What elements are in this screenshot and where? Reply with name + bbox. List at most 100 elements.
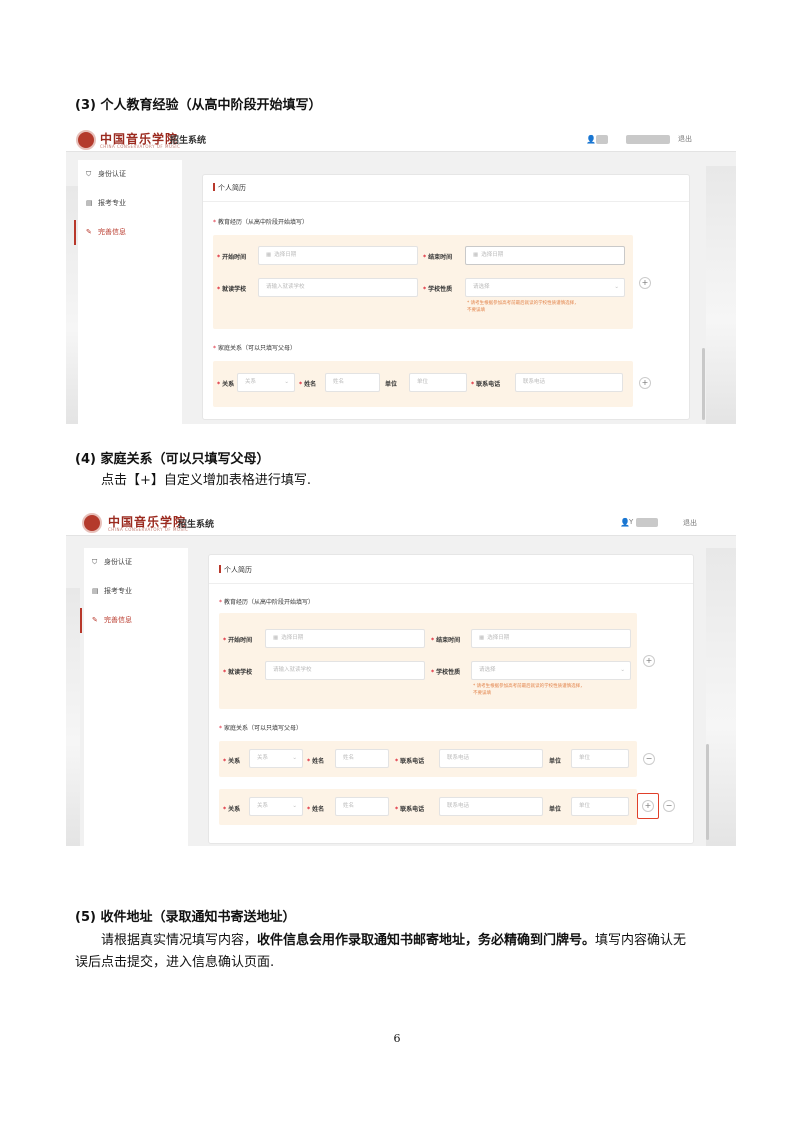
school-input[interactable]: 请输入就读学校 — [265, 661, 425, 680]
relation-label: * 关系 — [223, 806, 241, 813]
card-title: 个人简历 — [213, 183, 246, 193]
phone-input[interactable]: 联系电话 — [439, 797, 543, 816]
sidebar-item-profile[interactable]: ✎ 完善信息 — [80, 606, 188, 635]
name-label: * 姓名 — [307, 758, 325, 765]
name-input[interactable]: 姓名 — [335, 749, 389, 768]
sidebar-item-major[interactable]: ▤ 报考专业 — [84, 577, 188, 606]
phone-label: * 联系电话 — [471, 381, 501, 388]
sidebar-item-profile[interactable]: ✎ 完善信息 — [74, 218, 182, 247]
name-input[interactable]: 姓名 — [325, 373, 380, 392]
logout-link[interactable]: 退出 — [678, 134, 692, 144]
end-date-input[interactable]: ▦ 选择日期 — [471, 629, 631, 648]
school-type-select[interactable]: 请选择 ⌄ — [471, 661, 631, 680]
user-icon: 👤 — [586, 135, 596, 144]
education-section-title: * 教育经历（从高中阶段开始填写） — [219, 599, 315, 606]
chevron-down-icon: ⌄ — [620, 667, 625, 673]
sidebar: ⛉ 身份认证 ▤ 报考专业 ✎ 完善信息 — [80, 548, 188, 846]
scrollbar[interactable] — [702, 348, 705, 420]
start-date-input[interactable]: ▦ 选择日期 — [258, 246, 418, 265]
background-scenery — [706, 548, 736, 846]
school-logo-icon — [76, 130, 96, 150]
unit-input[interactable]: 单位 — [571, 749, 629, 768]
unit-label: 单位 — [549, 806, 562, 813]
school-input[interactable]: 请输入就读学校 — [258, 278, 418, 297]
resume-card: 个人简历 * 教育经历（从高中阶段开始填写） * 开始时间 ▦ 选择日期 * 结束时间 … — [208, 554, 694, 844]
section-3-heading: (3) 个人教育经验（从高中阶段开始填写） — [75, 98, 322, 113]
add-family-button[interactable]: + — [639, 377, 651, 389]
phone-label: * 联系电话 — [395, 806, 425, 813]
education-entry: * 开始时间 ▦ 选择日期 * 结束时间 ▦ 选择日期 * 就读学校 请输入就读学校 * 学… — [219, 613, 637, 709]
shield-icon: ⛉ — [92, 558, 98, 566]
chevron-down-icon: ⌄ — [292, 803, 297, 809]
document-icon: ▤ — [92, 587, 99, 595]
document-icon: ▤ — [86, 199, 93, 207]
start-date-input[interactable]: ▦ 选择日期 — [265, 629, 425, 648]
section-4-text: 点击【+】自定义增加表格进行填写. — [101, 473, 312, 488]
section-5-heading: (5) 收件地址（录取通知书寄送地址） — [75, 910, 296, 925]
relation-label: * 关系 — [217, 381, 235, 388]
username-blurred — [596, 135, 608, 144]
logout-link[interactable]: 退出 — [683, 518, 697, 528]
top-bar: 中国音乐学院 CHINA CONSERVATORY OF MUSIC 招生系统 … — [66, 508, 736, 536]
name-label: * 姓名 — [299, 381, 317, 388]
background-scenery-left — [66, 588, 80, 846]
shield-icon: ⛉ — [86, 170, 92, 178]
start-time-label: * 开始时间 — [217, 254, 247, 261]
school-logo-icon — [82, 513, 102, 533]
unit-label: 单位 — [385, 381, 398, 388]
sidebar-item-identity[interactable]: ⛉ 身份认证 — [78, 160, 182, 189]
edit-icon: ✎ — [92, 616, 98, 624]
family-section-title: * 家庭关系（可以只填写父母） — [219, 725, 303, 732]
username-blurred — [626, 135, 670, 144]
school-label: * 就读学校 — [223, 669, 253, 676]
education-entry: * 开始时间 ▦ 选择日期 * 结束时间 ▦ 选择日期 * 就读学校 请输入就读学校 * 学… — [213, 235, 633, 329]
name-input[interactable]: 姓名 — [335, 797, 389, 816]
add-education-button[interactable]: + — [643, 655, 655, 667]
scrollbar[interactable] — [706, 744, 709, 840]
unit-label: 单位 — [549, 758, 562, 765]
unit-input[interactable]: 单位 — [409, 373, 467, 392]
page-number: 6 — [393, 1032, 401, 1045]
screenshot-education: 中国音乐学院 CHINA CONSERVATORY OF MUSIC 招生系统 … — [66, 126, 736, 424]
card-title: 个人简历 — [219, 565, 252, 575]
family-entry: * 关系 关系 ⌄ * 姓名 姓名 * 联系电话 联系电话 单位 单位 — [219, 789, 637, 825]
school-label: * 就读学校 — [217, 286, 247, 293]
brand-subtitle: CHINA CONSERVATORY OF MUSIC — [108, 527, 189, 532]
phone-input[interactable]: 联系电话 — [515, 373, 623, 392]
start-time-label: * 开始时间 — [223, 637, 253, 644]
resume-card: 个人简历 * 教育经历（从高中阶段开始填写） * 开始时间 ▦ 选择日期 * 结束时间 … — [202, 174, 690, 420]
school-type-label: * 学校性质 — [423, 286, 453, 293]
sidebar: ⛉ 身份认证 ▤ 报考专业 ✎ 完善信息 — [74, 160, 182, 424]
remove-family-button[interactable]: − — [663, 800, 675, 812]
add-family-button[interactable]: + — [642, 800, 654, 812]
family-entry: * 关系 关系 ⌄ * 姓名 姓名 单位 单位 * 联系电话 联系电话 — [213, 361, 633, 407]
calendar-icon: ▦ — [266, 252, 272, 258]
chevron-down-icon: ⌄ — [292, 755, 297, 761]
unit-input[interactable]: 单位 — [571, 797, 629, 816]
family-entry: * 关系 关系 ⌄ * 姓名 姓名 * 联系电话 联系电话 单位 单位 — [219, 741, 637, 777]
relation-select[interactable]: 关系 ⌄ — [249, 797, 303, 816]
chevron-down-icon: ⌄ — [284, 379, 289, 385]
remove-family-button[interactable]: − — [643, 753, 655, 765]
education-section-title: * 教育经历（从高中阶段开始填写） — [213, 219, 309, 226]
calendar-icon: ▦ — [479, 635, 485, 641]
relation-label: * 关系 — [223, 758, 241, 765]
add-education-button[interactable]: + — [639, 277, 651, 289]
system-name: 招生系统 — [170, 136, 207, 146]
section-4-heading: (4) 家庭关系（可以只填写父母） — [75, 452, 270, 467]
end-date-input[interactable]: ▦ 选择日期 — [465, 246, 625, 265]
sidebar-item-major[interactable]: ▤ 报考专业 — [78, 189, 182, 218]
family-section-title: * 家庭关系（可以只填写父母） — [213, 345, 297, 352]
brand-subtitle: CHINA CONSERVATORY OF MUSIC — [100, 144, 181, 149]
phone-label: * 联系电话 — [395, 758, 425, 765]
relation-select[interactable]: 关系 ⌄ — [249, 749, 303, 768]
background-scenery-left — [66, 186, 78, 424]
calendar-icon: ▦ — [273, 635, 279, 641]
school-type-hint: * 请考生根据参加高考前最后就读的学校性质谨慎选择， 不要误填 — [473, 684, 585, 696]
background-scenery — [706, 166, 736, 424]
phone-input[interactable]: 联系电话 — [439, 749, 543, 768]
school-type-select[interactable]: 请选择 ⌄ — [465, 278, 625, 297]
calendar-icon: ▦ — [473, 252, 479, 258]
sidebar-item-identity[interactable]: ⛉ 身份认证 — [84, 548, 188, 577]
relation-select[interactable]: 关系 ⌄ — [237, 373, 295, 392]
